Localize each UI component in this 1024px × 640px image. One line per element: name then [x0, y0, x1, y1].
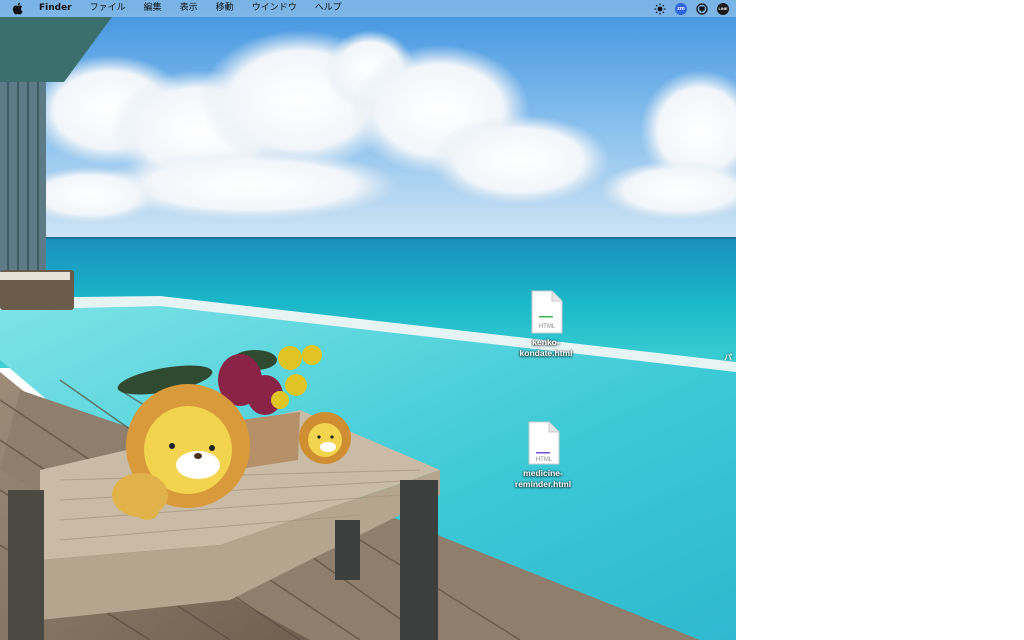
svg-text:HTML: HTML	[536, 457, 553, 463]
apple-logo-icon[interactable]	[12, 2, 25, 15]
screen-time-icon[interactable]	[696, 2, 708, 15]
menu-window[interactable]: ウインドウ	[243, 0, 306, 17]
file-label: kenko- kondate.html	[519, 337, 573, 358]
partial-file-label: パ	[724, 353, 732, 362]
file-label: medicine- reminder.html	[514, 468, 572, 489]
menu-help[interactable]: ヘルプ	[306, 0, 351, 17]
html-file-icon: HTML	[528, 421, 560, 465]
brightness-icon[interactable]	[654, 3, 666, 15]
menu-file[interactable]: ファイル	[81, 0, 135, 17]
menu-go[interactable]: 移動	[207, 0, 243, 17]
desktop-file-medicine-reminder[interactable]: HTML medicine- reminder.html	[503, 421, 583, 490]
menu-view[interactable]: 表示	[171, 0, 207, 17]
menu-edit[interactable]: 編集	[135, 0, 171, 17]
wallpaper-image	[0, 0, 736, 640]
html-file-icon: HTML	[531, 290, 563, 334]
zoom-icon[interactable]: zm	[675, 2, 687, 15]
menu-app-finder[interactable]: Finder	[37, 0, 81, 17]
blank-screen-area	[736, 0, 1024, 640]
menu-bar: Finder ファイル 編集 表示 移動 ウインドウ ヘルプ zm LINE	[0, 0, 736, 17]
desktop[interactable]: Finder ファイル 編集 表示 移動 ウインドウ ヘルプ zm LINE H…	[0, 0, 736, 640]
svg-text:HTML: HTML	[539, 324, 556, 330]
line-icon[interactable]: LINE	[717, 2, 729, 15]
desktop-file-kenko-kondate[interactable]: HTML kenko- kondate.html	[506, 290, 586, 359]
